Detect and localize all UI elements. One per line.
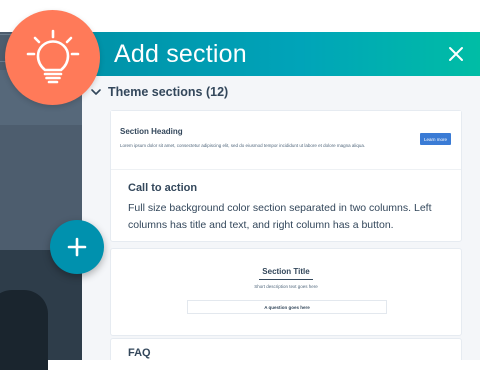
add-section-button[interactable] (50, 220, 104, 274)
add-section-panel: Add section Theme sections (12) Section … (82, 32, 480, 360)
section-title: Call to action (128, 182, 198, 194)
preview-text: Lorem ipsum dolor sit amet, consectetur … (120, 143, 366, 148)
section-card-form[interactable]: Section Title Short description text goe… (110, 248, 462, 336)
preview-title-underline (259, 279, 313, 280)
section-card-faq[interactable]: FAQ (110, 338, 462, 360)
close-button[interactable] (444, 42, 468, 66)
preview-question-field: A question goes here (187, 300, 387, 314)
section-description: Full size background color section separ… (128, 202, 432, 231)
preview-subtitle: Short description text goes here (254, 284, 318, 289)
panel-header: Add section (82, 32, 480, 76)
editor-image-detail (0, 290, 48, 370)
theme-sections-label: Theme sections (12) (108, 85, 229, 99)
preview-title: Section Title (262, 267, 310, 276)
preview-button: Learn more (420, 133, 451, 145)
lightbulb-badge (5, 10, 100, 105)
close-icon (449, 47, 463, 61)
section-card-call-to-action[interactable]: Section Heading Lorem ipsum dolor sit am… (110, 110, 462, 242)
panel-title: Add section (114, 40, 247, 68)
lightbulb-icon (26, 29, 79, 83)
plus-icon (67, 237, 87, 257)
theme-sections-toggle[interactable]: Theme sections (12) (90, 82, 228, 102)
section-title: FAQ (128, 347, 151, 359)
preview-heading: Section Heading (120, 127, 183, 136)
chevron-down-icon (91, 89, 101, 95)
section-preview: Section Heading Lorem ipsum dolor sit am… (111, 111, 461, 170)
